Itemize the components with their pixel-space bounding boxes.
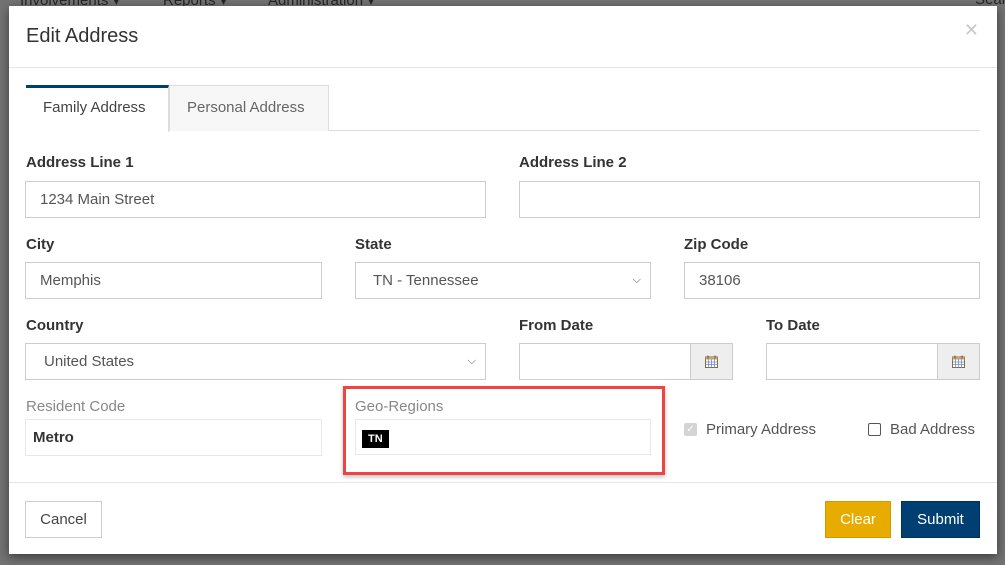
country-select-value: United States bbox=[44, 353, 135, 370]
geo-region-tag: TN bbox=[362, 430, 389, 448]
to-date-label: To Date bbox=[766, 317, 820, 334]
address-line-1-label: Address Line 1 bbox=[26, 154, 134, 171]
state-select-value: TN - Tennessee bbox=[373, 272, 479, 289]
modal-title: Edit Address bbox=[26, 25, 139, 47]
tab-family-address[interactable]: Family Address bbox=[26, 85, 169, 132]
chevron-down-icon: ⌵ bbox=[632, 274, 641, 286]
zip-code-input[interactable]: 38106 bbox=[684, 262, 980, 299]
geo-regions-label: Geo-Regions bbox=[355, 398, 444, 415]
city-label: City bbox=[26, 236, 55, 253]
resident-code-label: Resident Code bbox=[26, 398, 126, 415]
chevron-down-icon: ⌵ bbox=[467, 355, 476, 367]
from-date-calendar-button[interactable] bbox=[690, 344, 732, 379]
tab-personal-address[interactable]: Personal Address bbox=[169, 85, 329, 131]
calendar-icon bbox=[952, 355, 965, 368]
primary-address-checkbox[interactable]: ✓ Primary Address bbox=[684, 421, 816, 438]
modal-footer: Cancel Clear Submit bbox=[9, 482, 997, 554]
checkbox-unchecked-icon bbox=[868, 423, 881, 436]
submit-button[interactable]: Submit bbox=[901, 501, 980, 538]
checkbox-checked-icon: ✓ bbox=[684, 423, 697, 436]
to-date-calendar-button[interactable] bbox=[937, 344, 979, 379]
zip-code-label: Zip Code bbox=[684, 236, 749, 253]
calendar-icon bbox=[705, 355, 718, 368]
to-date-input[interactable] bbox=[766, 343, 980, 380]
from-date-label: From Date bbox=[519, 317, 594, 334]
country-select[interactable]: United States ⌵ bbox=[25, 343, 486, 380]
bad-address-checkbox[interactable]: Bad Address bbox=[868, 421, 975, 438]
bad-address-label: Bad Address bbox=[890, 421, 976, 438]
state-select[interactable]: TN - Tennessee ⌵ bbox=[355, 262, 651, 299]
modal-header: Edit Address ✕ bbox=[9, 6, 997, 68]
address-line-2-input[interactable] bbox=[519, 181, 980, 218]
resident-code-value: Metro bbox=[25, 419, 322, 456]
address-tabs: Family Address Personal Address bbox=[26, 85, 980, 132]
close-icon[interactable]: ✕ bbox=[964, 21, 979, 39]
geo-regions-field: TN bbox=[355, 419, 651, 455]
from-date-input[interactable] bbox=[519, 343, 733, 380]
country-label: Country bbox=[26, 317, 84, 334]
address-line-2-label: Address Line 2 bbox=[519, 154, 627, 171]
clear-button[interactable]: Clear bbox=[825, 501, 891, 538]
address-line-1-input[interactable]: 1234 Main Street bbox=[25, 181, 486, 218]
state-label: State bbox=[355, 236, 392, 253]
primary-address-label: Primary Address bbox=[706, 421, 817, 438]
city-input[interactable]: Memphis bbox=[25, 262, 322, 299]
edit-address-modal: Edit Address ✕ Family Address Personal A… bbox=[9, 6, 997, 554]
cancel-button[interactable]: Cancel bbox=[25, 501, 102, 538]
